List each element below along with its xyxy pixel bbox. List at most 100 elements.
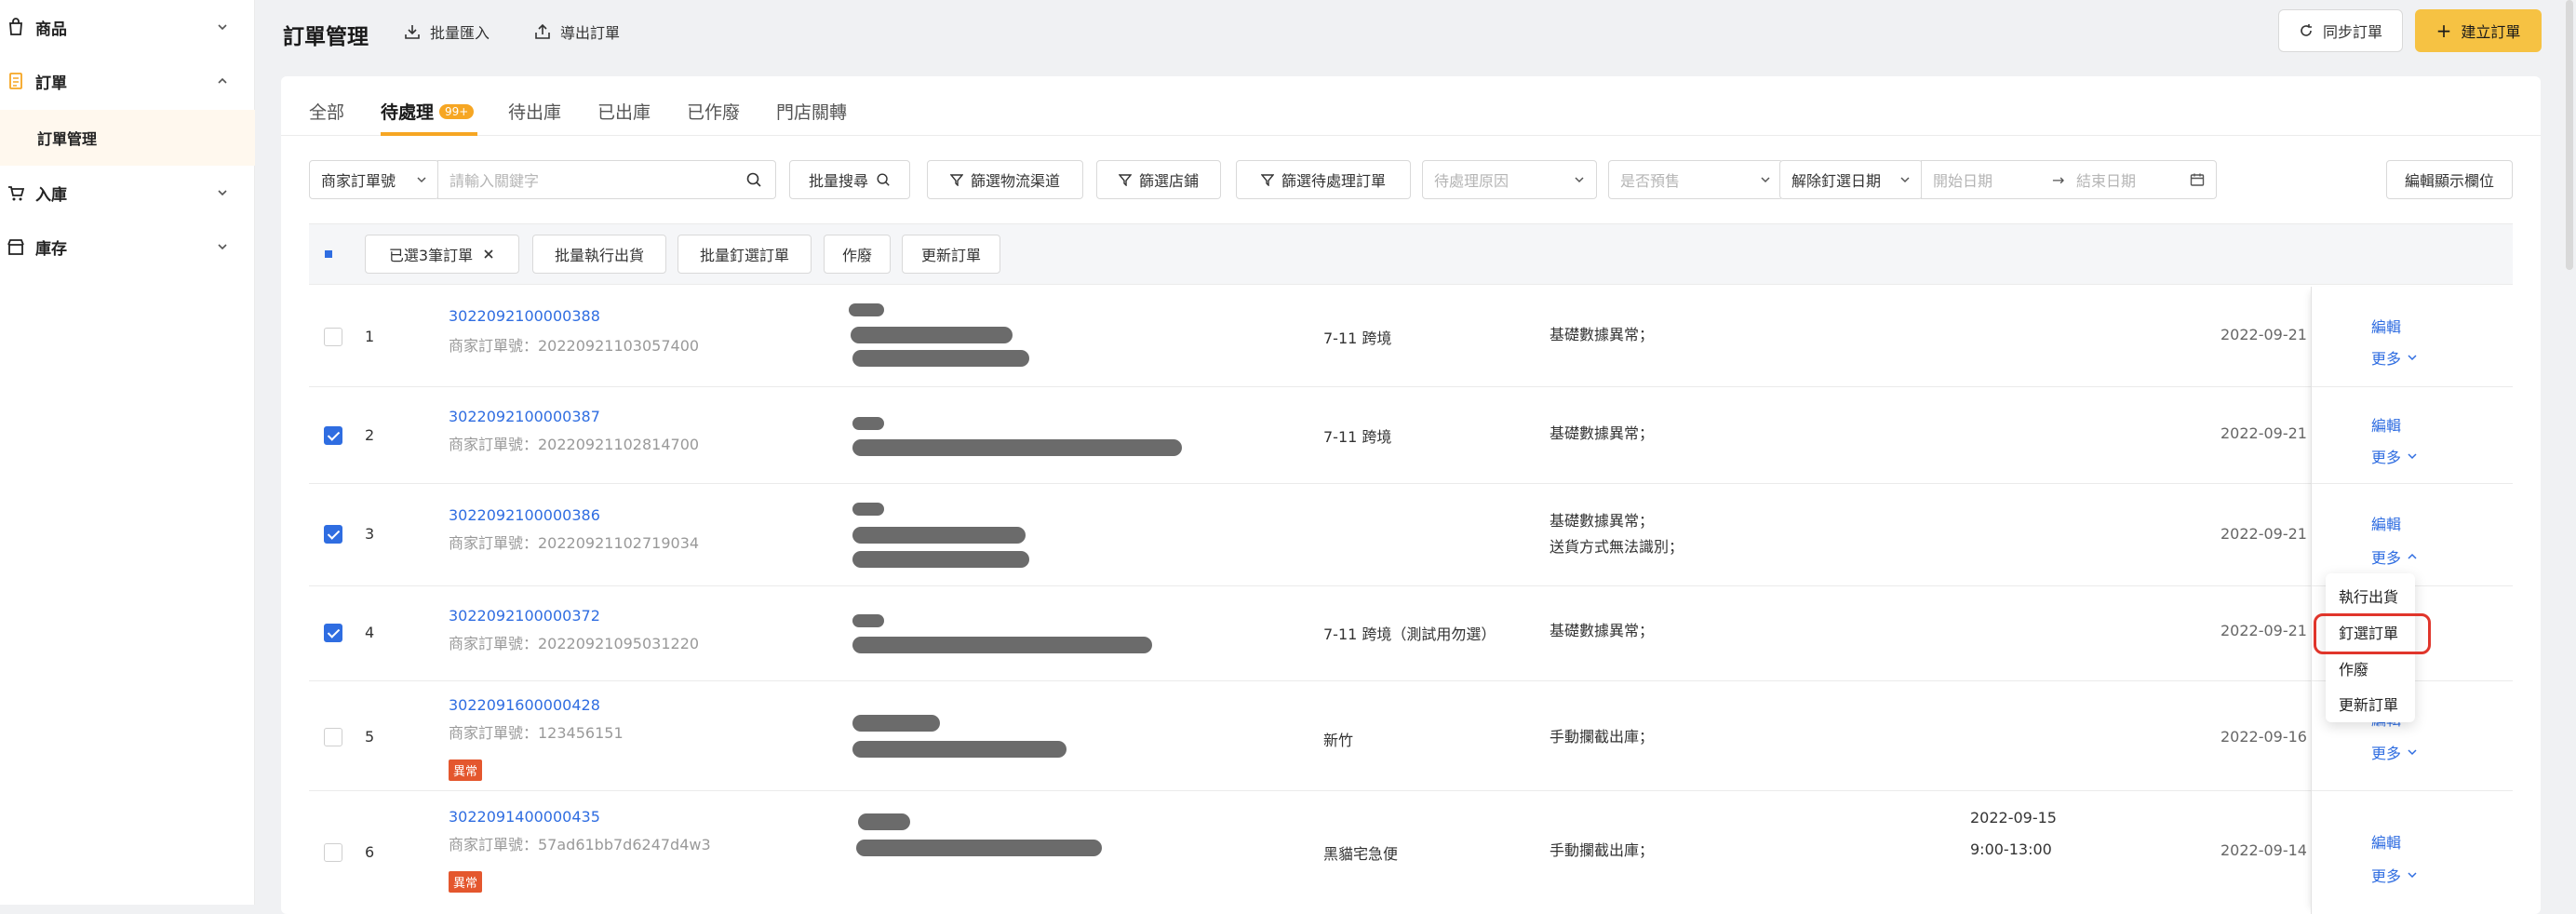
table-row[interactable]: 2 3022092100000387 商家訂單號：202209211028147…: [309, 387, 2513, 484]
bulk-ship-button[interactable]: 批量執行出貨: [532, 235, 666, 274]
merchant-order-select[interactable]: 商家訂單號: [309, 160, 439, 199]
order-id-link[interactable]: 3022092100000388: [449, 307, 600, 325]
delivery-time: 9:00-13:00: [1970, 840, 2052, 858]
shipping-method: 新竹: [1323, 732, 1354, 749]
row-checkbox[interactable]: [324, 426, 342, 445]
chevron-up-icon: [218, 77, 227, 84]
chevron-down-icon: [1575, 177, 1584, 183]
edit-link[interactable]: 編輯: [2371, 830, 2401, 853]
close-icon[interactable]: [482, 248, 495, 261]
sidebar-item-products[interactable]: 商品: [0, 0, 255, 54]
void-button[interactable]: 作廢: [824, 235, 891, 274]
bulk-search-button[interactable]: 批量搜尋: [789, 160, 910, 199]
scrollbar[interactable]: [2566, 0, 2573, 270]
merchant-order-number: 商家訂單號：20220921102814700: [449, 436, 700, 453]
filter-pending-button[interactable]: 篩選待處理訂單: [1236, 160, 1411, 199]
redacted-text: [852, 503, 884, 516]
sidebar-item-inbound[interactable]: 入庫: [0, 166, 255, 220]
table-row[interactable]: 5 3022091600000428 商家訂單號：123456151 異常 新竹…: [309, 681, 2513, 791]
date-type-select[interactable]: 解除釘選日期: [1779, 160, 1923, 199]
redacted-text: [856, 840, 1102, 856]
status-tabs: 全部 待處理 99+ 待出庫 已出庫 已作廢 門店關轉: [281, 76, 2541, 136]
filter-icon: [949, 174, 963, 186]
keyword-search-input[interactable]: 請輸入關鍵字: [437, 160, 776, 199]
tab-shipped[interactable]: 已出庫: [597, 99, 651, 124]
update-orders-button[interactable]: 更新訂單: [902, 235, 1000, 274]
pending-reasons: 基礎數據異常； 送貨方式無法識別；: [1550, 508, 1684, 560]
edit-link[interactable]: 編輯: [2371, 512, 2401, 534]
edit-columns-button[interactable]: 編輯顯示欄位: [2386, 160, 2513, 199]
order-id-link[interactable]: 3022091400000435: [449, 808, 600, 826]
filter-logistics-button[interactable]: 篩選物流渠道: [927, 160, 1083, 199]
menu-item-ship[interactable]: 執行出貨: [2339, 585, 2398, 607]
chevron-down-icon: [1761, 177, 1770, 183]
header: 訂單管理 批量匯入 導出訂單: [255, 0, 2576, 65]
select-all-checkbox[interactable]: [322, 248, 335, 261]
redacted-text: [852, 614, 884, 627]
sync-orders-button[interactable]: 同步訂單: [2278, 9, 2403, 52]
date-range-picker[interactable]: 開始日期 → 結束日期: [1921, 160, 2217, 199]
table-row[interactable]: 1 3022092100000388 商家訂單號：202209211030574…: [309, 287, 2513, 387]
sidebar-item-orders[interactable]: 訂單: [0, 54, 255, 108]
redacted-text: [852, 439, 1182, 456]
export-icon: [535, 23, 550, 39]
pending-reason-placeholder: 待處理原因: [1434, 172, 1509, 190]
chevron-down-icon: [2408, 355, 2417, 361]
export-orders-button[interactable]: 導出訂單: [534, 20, 620, 43]
redacted-text: [852, 551, 1029, 568]
create-order-label: 建立訂單: [2461, 23, 2521, 41]
chevron-down-icon: [218, 190, 227, 196]
tab-to-ship[interactable]: 待出庫: [508, 99, 561, 124]
tab-voided[interactable]: 已作廢: [687, 99, 740, 124]
menu-item-void[interactable]: 作廢: [2339, 657, 2368, 679]
tab-all[interactable]: 全部: [309, 99, 344, 124]
edit-link[interactable]: 編輯: [2371, 413, 2401, 436]
table-row[interactable]: 3 3022092100000386 商家訂單號：202209211027190…: [309, 484, 2513, 586]
pending-reason-select[interactable]: 待處理原因: [1422, 160, 1597, 199]
store-icon: [7, 239, 24, 255]
sidebar-subitem-order-management[interactable]: 訂單管理: [0, 110, 255, 166]
more-dropdown[interactable]: 更多: [2371, 346, 2418, 369]
export-orders-label: 導出訂單: [560, 24, 621, 42]
sidebar-item-inventory[interactable]: 庫存: [0, 220, 255, 274]
menu-item-update-order[interactable]: 更新訂單: [2339, 692, 2398, 715]
tab-store-transfer[interactable]: 門店關轉: [776, 99, 847, 124]
bulk-action-bar: 已選3筆訂單 批量執行出貨 批量釘選訂單 作廢 更新訂單: [309, 223, 2513, 285]
row-checkbox[interactable]: [324, 525, 342, 544]
selected-count-chip[interactable]: 已選3筆訂單: [365, 235, 519, 274]
order-id-link[interactable]: 3022091600000428: [449, 696, 600, 714]
more-dropdown[interactable]: 更多: [2371, 445, 2418, 467]
more-dropdown[interactable]: 更多: [2371, 864, 2418, 886]
presale-select[interactable]: 是否預售: [1608, 160, 1783, 199]
more-label: 更多: [2371, 549, 2402, 567]
filter-store-label: 篩選店鋪: [1138, 172, 1199, 190]
row-checkbox[interactable]: [324, 328, 342, 346]
order-id-link[interactable]: 3022092100000386: [449, 506, 600, 524]
order-id-link[interactable]: 3022092100000387: [449, 408, 600, 425]
filter-store-button[interactable]: 篩選店鋪: [1096, 160, 1221, 199]
abnormal-badge: 異常: [449, 759, 483, 781]
shipping-method: 7-11 跨境: [1323, 428, 1392, 446]
reason-line: 基礎數據異常；: [1550, 326, 1655, 343]
merchant-order-number: 商家訂單號：57ad61bb7d6247d4w3: [449, 836, 711, 854]
sidebar-subitem-label: 訂單管理: [37, 130, 98, 148]
batch-import-button[interactable]: 批量匯入: [404, 20, 490, 43]
table-row[interactable]: 6 3022091400000435 商家訂單號：57ad61bb7d6247d…: [309, 791, 2513, 914]
row-checkbox[interactable]: [324, 624, 342, 642]
row-checkbox[interactable]: [324, 728, 342, 746]
search-icon[interactable]: [745, 171, 762, 188]
edit-link[interactable]: 編輯: [2371, 315, 2401, 337]
table-row[interactable]: 4 3022092100000372 商家訂單號：202209210950312…: [309, 586, 2513, 681]
pending-reasons: 基礎數據異常；: [1550, 322, 1654, 348]
order-id-link[interactable]: 3022092100000372: [449, 607, 600, 625]
create-order-button[interactable]: + 建立訂單: [2415, 9, 2542, 52]
more-dropdown[interactable]: 更多: [2371, 741, 2418, 763]
date-type-value: 解除釘選日期: [1791, 172, 1882, 190]
more-dropdown[interactable]: 更多: [2371, 545, 2418, 568]
tab-pending[interactable]: 待處理 99+: [381, 99, 475, 124]
row-checkbox[interactable]: [324, 843, 342, 862]
delivery-date: 2022-09-15: [1970, 809, 2057, 827]
bulk-pin-button[interactable]: 批量釘選訂單: [678, 235, 812, 274]
created-date: 2022-09-21 18:: [2220, 326, 2312, 343]
chevron-down-icon: [218, 244, 227, 250]
